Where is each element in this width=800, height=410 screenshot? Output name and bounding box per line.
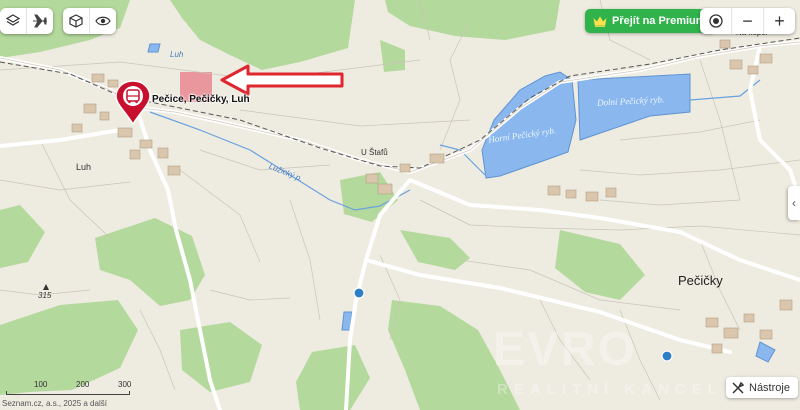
place-pecicky: Pečičky: [678, 273, 723, 288]
copyright[interactable]: Seznam.cz, a.s., 2025 a další: [2, 399, 107, 408]
zoom-out-button[interactable]: −: [731, 8, 763, 34]
watermark-logo: EVRO: [493, 323, 638, 376]
airplane-icon[interactable]: [26, 8, 53, 34]
premium-label: Přejít na Premium: [612, 15, 706, 27]
watermark-subtitle: REALITNÍ KANCELÁŘ: [497, 381, 757, 398]
side-panel-toggle[interactable]: ‹: [788, 186, 800, 220]
chevron-left-icon: ‹: [792, 196, 796, 210]
eye-icon[interactable]: [89, 8, 116, 34]
scale-label-300: 300: [118, 380, 132, 389]
stream-label-luh: Luh: [170, 50, 184, 59]
elevation-label: 315: [38, 291, 52, 300]
scale-label-200: 200: [76, 380, 90, 389]
location-target-icon[interactable]: [700, 8, 731, 34]
scale-line: [6, 391, 130, 395]
scale-bar: 100 200 300: [6, 380, 146, 400]
view-control[interactable]: [63, 8, 116, 34]
zoom-in-button[interactable]: +: [763, 8, 795, 34]
zoom-control[interactable]: − +: [700, 8, 795, 34]
layers-icon[interactable]: [0, 8, 26, 34]
marker-label: Pečice, Pečičky, Luh: [152, 94, 250, 105]
scale-label-100: 100: [34, 380, 48, 389]
map-canvas[interactable]: [0, 0, 800, 410]
crown-icon: [593, 15, 607, 27]
tools-label: Nástroje: [749, 381, 790, 394]
3d-cube-icon[interactable]: [63, 8, 89, 34]
small-bus-stop-icon[interactable]: [661, 350, 673, 362]
small-bus-stop-icon[interactable]: [353, 287, 365, 299]
layers-control[interactable]: [0, 8, 53, 34]
tools-button[interactable]: Nástroje: [726, 377, 798, 398]
premium-button[interactable]: Přejít na Premium: [585, 9, 716, 33]
place-luh: Luh: [76, 162, 92, 172]
place-u-stafu: U Štafů: [361, 148, 388, 157]
tools-icon: [732, 381, 744, 394]
